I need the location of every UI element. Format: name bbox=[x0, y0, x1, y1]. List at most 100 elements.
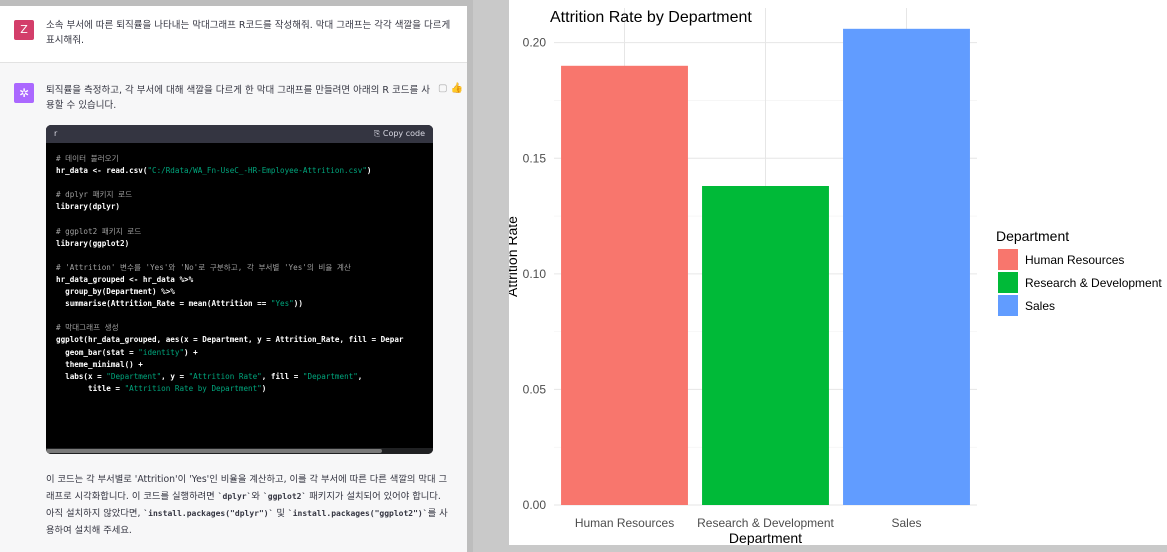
code-line: library(ggplot2) bbox=[56, 238, 423, 250]
code-token: )) bbox=[293, 299, 303, 309]
legend-swatch bbox=[998, 249, 1018, 270]
code-token: library(ggplot2) bbox=[56, 238, 130, 248]
screenshot-root: Z 소속 부서에 따른 퇴직률을 나타내는 막대그래프 R코드를 작성해줘. 막… bbox=[0, 0, 1167, 552]
assistant-avatar-icon: ✲ bbox=[14, 83, 34, 103]
code-token: # 'Attrition' 변수를 'Yes'와 'No'로 구분하고, 각 부… bbox=[56, 262, 351, 272]
code-line: geom_bar(stat = "identity") + bbox=[56, 347, 423, 359]
code-token: ) bbox=[261, 383, 267, 393]
code-token: summarise(Attrition_Rate = mean(Attritio… bbox=[56, 299, 271, 309]
code-content: # 데이터 불러오기 hr_data <- read.csv("C:/Rdata/… bbox=[46, 143, 433, 405]
code-line: ggplot(hr_data_grouped, aes(x = Departme… bbox=[56, 334, 423, 346]
assistant-intro-text: 퇴직률을 측정하고, 각 부서에 대해 색깔을 다르게 한 막대 그래프를 만들… bbox=[46, 85, 431, 111]
code-token: "Attrition Rate" bbox=[188, 371, 262, 381]
thumbs-up-icon[interactable]: 👍 bbox=[450, 83, 465, 94]
code-token: "Department" bbox=[106, 371, 162, 381]
inline-code-install-dplyr: `install.packages("dplyr")` bbox=[143, 509, 274, 518]
code-line: hr_data <- read.csv("C:/Rdata/WA_Fn-UseC… bbox=[56, 165, 423, 177]
code-scrollbar-thumb[interactable] bbox=[46, 449, 382, 453]
inline-code-install-ggplot2: `install.packages("ggplot2")` bbox=[287, 509, 428, 518]
code-line: labs(x = "Department", y = "Attrition Ra… bbox=[56, 371, 423, 383]
copy-code-button[interactable]: ⎘ Copy code bbox=[374, 125, 425, 143]
code-token: ggplot(hr_data_grouped, aes(x = Departme… bbox=[56, 335, 404, 345]
code-token: , fill = bbox=[261, 371, 303, 381]
outro-text-2: 와 bbox=[251, 491, 263, 502]
copy-message-icon[interactable]: ▢ bbox=[438, 83, 450, 94]
code-line: # dplyr 패키지 로드 bbox=[56, 189, 423, 201]
legend-swatch bbox=[998, 295, 1018, 316]
code-token: "identity" bbox=[138, 347, 185, 357]
code-token: hr_data <- read.csv( bbox=[56, 166, 148, 176]
bar-research-development bbox=[702, 185, 829, 505]
code-token: ) + bbox=[184, 347, 198, 357]
code-language-label: r bbox=[54, 129, 58, 138]
message-actions: ▢👍 bbox=[438, 83, 466, 94]
code-line: # 데이터 불러오기 bbox=[56, 153, 423, 165]
code-line: # 막대그래프 생성 bbox=[56, 322, 423, 334]
code-line: summarise(Attrition_Rate = mean(Attritio… bbox=[56, 298, 423, 310]
x-tick-label: Human Resources bbox=[575, 516, 674, 530]
inline-code-dplyr: `dplyr` bbox=[217, 492, 252, 501]
user-message-row: Z 소속 부서에 따른 퇴직률을 나타내는 막대그래프 R코드를 작성해줘. 막… bbox=[0, 0, 467, 62]
code-token: # dplyr 패키지 로드 bbox=[56, 190, 133, 200]
y-tick-label: 0.00 bbox=[523, 498, 547, 512]
code-token: labs(x = bbox=[56, 371, 107, 381]
code-line: library(dplyr) bbox=[56, 201, 423, 213]
y-tick-label: 0.20 bbox=[523, 36, 547, 50]
chart-panel: 0.00 0.05 0.10 0.15 0.20 Human Resources Resea… bbox=[509, 0, 1167, 545]
y-tick-label: 0.15 bbox=[523, 151, 547, 165]
code-block: r ⎘ Copy code # 데이터 불러오기 hr_data <- read.… bbox=[46, 125, 433, 454]
code-token: title = bbox=[56, 383, 125, 393]
outro-text-4: 및 bbox=[273, 508, 288, 519]
chat-panel: Z 소속 부서에 따른 퇴직률을 나타내는 막대그래프 R코드를 작성해줘. 막… bbox=[0, 0, 473, 552]
code-token: "Attrition Rate by Department" bbox=[124, 383, 262, 393]
code-token: "Yes" bbox=[270, 299, 294, 309]
legend-title: Department bbox=[996, 228, 1069, 244]
bar-human-resources bbox=[561, 65, 688, 505]
code-token: ) bbox=[366, 166, 372, 176]
assistant-outro-text: 이 코드는 각 부서별로 'Attrition'이 'Yes'인 비율을 계산하… bbox=[46, 471, 451, 539]
legend-label: Sales bbox=[1025, 299, 1055, 313]
chart-title: Attrition Rate by Department bbox=[550, 9, 752, 26]
assistant-message-row: ✲ 퇴직률을 측정하고, 각 부서에 대해 색깔을 다르게 한 막대 그래프를 … bbox=[0, 62, 467, 552]
x-tick-label: Research & Development bbox=[697, 516, 834, 530]
legend-label: Human Resources bbox=[1025, 253, 1124, 267]
code-line: # ggplot2 패키지 로드 bbox=[56, 226, 423, 238]
code-line: # 'Attrition' 변수를 'Yes'와 'No'로 구분하고, 각 부… bbox=[56, 262, 423, 274]
code-token: group_by(Department) %>% bbox=[56, 287, 175, 297]
y-tick-label: 0.05 bbox=[523, 382, 547, 396]
bar-sales bbox=[843, 28, 970, 505]
code-line: title = "Attrition Rate by Department") bbox=[56, 383, 423, 395]
code-token: , y = bbox=[161, 371, 189, 381]
code-line: hr_data_grouped <- hr_data %>% bbox=[56, 274, 423, 286]
code-token: , bbox=[357, 371, 363, 381]
code-block-header: r ⎘ Copy code bbox=[46, 125, 433, 143]
x-tick-label: Sales bbox=[891, 516, 921, 530]
clipboard-icon: ⎘ bbox=[373, 129, 383, 138]
code-token: hr_data_grouped <- hr_data %>% bbox=[56, 274, 194, 284]
code-line: theme_minimal() + bbox=[56, 359, 423, 371]
inline-code-ggplot2: `ggplot2` bbox=[262, 492, 307, 501]
x-axis-title: Department bbox=[729, 530, 802, 545]
y-tick-label: 0.10 bbox=[523, 267, 547, 281]
user-message-text: 소속 부서에 따른 퇴직률을 나타내는 막대그래프 R코드를 작성해줘. 막대 … bbox=[46, 20, 451, 46]
legend-swatch bbox=[998, 272, 1018, 293]
code-horizontal-scrollbar[interactable] bbox=[46, 448, 433, 454]
code-token: "C:/Rdata/WA_Fn-UseC_-HR-Employee-Attrit… bbox=[147, 166, 367, 176]
code-token: # 막대그래프 생성 bbox=[56, 323, 119, 333]
code-token: theme_minimal() + bbox=[56, 359, 143, 369]
user-avatar: Z bbox=[14, 20, 34, 40]
y-axis-title: Attrition Rate bbox=[509, 216, 520, 297]
code-line: group_by(Department) %>% bbox=[56, 286, 423, 298]
copy-code-label: Copy code bbox=[382, 129, 425, 138]
code-token: # 데이터 불러오기 bbox=[56, 154, 119, 163]
code-token: "Department" bbox=[302, 371, 358, 381]
code-token: # ggplot2 패키지 로드 bbox=[56, 226, 142, 236]
legend-label: Research & Development bbox=[1025, 276, 1162, 290]
code-token: library(dplyr) bbox=[56, 202, 121, 212]
code-token: geom_bar(stat = bbox=[56, 347, 139, 357]
bar-chart: 0.00 0.05 0.10 0.15 0.20 Human Resources Resea… bbox=[509, 8, 1162, 545]
